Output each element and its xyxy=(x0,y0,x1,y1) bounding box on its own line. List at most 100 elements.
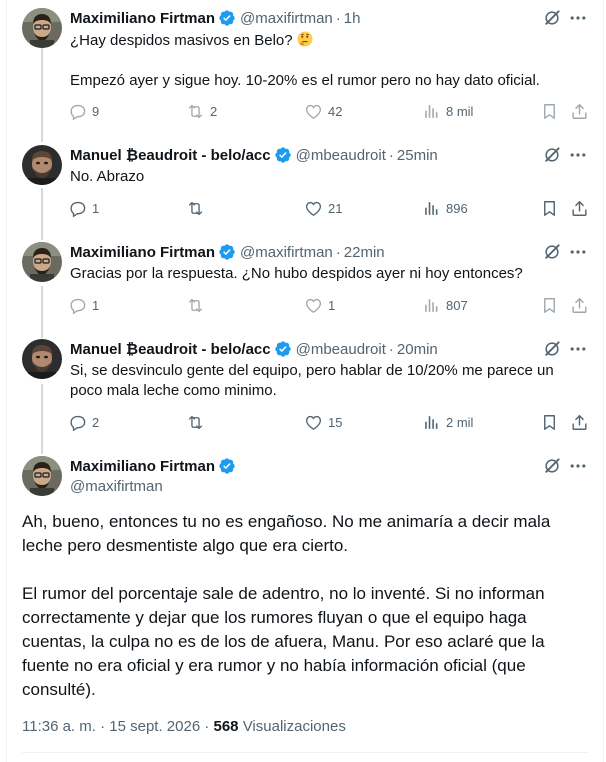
tweet-actions: 9 2 42 8 mil xyxy=(68,102,590,122)
views-button[interactable]: 896 xyxy=(422,199,468,218)
tweet-header: Maximiliano Firtman @maxifirtman · 1h xyxy=(70,8,360,28)
tweet-actions: 1 21 896 xyxy=(68,199,590,219)
reply-count: 1 xyxy=(92,201,100,216)
tweet-actions: 1 1 807 xyxy=(68,296,590,316)
views-button[interactable]: 8 mil xyxy=(422,102,473,121)
grok-icon[interactable] xyxy=(542,456,562,476)
like-count: 21 xyxy=(328,201,343,216)
author-handle[interactable]: @mbeaudroit xyxy=(296,341,386,358)
views-total: 568 xyxy=(213,718,239,735)
timestamp[interactable]: 22min xyxy=(344,244,385,261)
post-timestamp[interactable]: 11:36 a. m. · 15 sept. 2026 · xyxy=(22,718,214,735)
repost-button[interactable] xyxy=(186,296,210,315)
like-count: 42 xyxy=(328,104,343,119)
author-handle[interactable]: @mbeaudroit xyxy=(296,147,386,164)
verified-icon xyxy=(218,243,236,261)
bookmark-button[interactable] xyxy=(540,413,559,432)
tweet-header: Maximiliano Firtman @maxifirtman · 22min xyxy=(70,242,385,262)
more-icon[interactable] xyxy=(568,8,588,28)
reply-button[interactable]: 1 xyxy=(68,296,99,315)
verified-icon xyxy=(274,340,292,358)
author-handle[interactable]: @maxifirtman xyxy=(240,244,333,261)
avatar[interactable] xyxy=(22,456,62,496)
reply-count: 2 xyxy=(92,415,100,430)
tweet-text-line: poco mala leche como minimo. xyxy=(70,382,277,399)
avatar[interactable] xyxy=(22,242,62,282)
author-name[interactable]: Manuel ₿eaudroit - belo/acc xyxy=(70,147,271,164)
author-name[interactable]: Maximiliano Firtman xyxy=(70,244,215,261)
grok-icon[interactable] xyxy=(542,242,562,262)
views-count: 8 mil xyxy=(446,104,474,119)
tweet-text-line: Empezó ayer y sigue hoy. 10-20% es el ru… xyxy=(70,72,540,89)
bookmark-button[interactable] xyxy=(540,199,559,218)
repost-button[interactable] xyxy=(186,199,210,218)
tweet-text: No. Abrazo xyxy=(70,168,145,185)
timestamp[interactable]: 25min xyxy=(397,147,438,164)
repost-count: 2 xyxy=(210,104,218,119)
timestamp[interactable]: 1h xyxy=(344,10,361,27)
avatar[interactable] xyxy=(22,145,62,185)
bookmark-button[interactable] xyxy=(540,296,559,315)
like-button[interactable]: 21 xyxy=(304,199,342,218)
share-button[interactable] xyxy=(570,199,589,218)
tweet[interactable]: Manuel ₿eaudroit - belo/acc @mbeaudroit … xyxy=(22,145,596,235)
tweet-text: Si, se desvinculo gente del equipo, pero… xyxy=(70,361,590,401)
reply-count: 9 xyxy=(92,104,100,119)
views-button[interactable]: 2 mil xyxy=(422,413,473,432)
more-icon[interactable] xyxy=(568,456,588,476)
like-count: 1 xyxy=(328,298,336,313)
tweet[interactable]: Manuel ₿eaudroit - belo/acc @mbeaudroit … xyxy=(22,339,596,449)
author-name[interactable]: Maximiliano Firtman xyxy=(70,10,215,27)
tweet-paragraph: El rumor del porcentaje sale de adentro,… xyxy=(22,584,545,699)
more-icon[interactable] xyxy=(568,145,588,165)
author-handle[interactable]: @maxifirtman xyxy=(70,478,163,495)
share-button[interactable] xyxy=(570,413,589,432)
like-button[interactable]: 1 xyxy=(304,296,335,315)
tweet-text: Gracias por la respuesta. ¿No hubo despi… xyxy=(70,265,523,282)
tweet-actions: 2 15 2 mil xyxy=(68,413,590,433)
tweet-header: Maximiliano Firtman xyxy=(70,456,236,476)
grok-icon[interactable] xyxy=(542,145,562,165)
avatar[interactable] xyxy=(22,339,62,379)
verified-icon xyxy=(218,9,236,27)
timestamp[interactable]: 20min xyxy=(397,341,438,358)
author-name[interactable]: Maximiliano Firtman xyxy=(70,458,215,475)
share-button[interactable] xyxy=(570,102,589,121)
verified-icon xyxy=(218,457,236,475)
tweet-paragraph: Ah, bueno, entonces tu no es engañoso. N… xyxy=(22,512,551,555)
like-button[interactable]: 42 xyxy=(304,102,342,121)
repost-button[interactable]: 2 xyxy=(186,102,217,121)
bookmark-button[interactable] xyxy=(540,102,559,121)
separator: · xyxy=(388,146,394,164)
separator: · xyxy=(335,9,341,27)
focused-tweet-text: Ah, bueno, entonces tu no es engañoso. N… xyxy=(22,510,582,726)
author-name[interactable]: Manuel ₿eaudroit - belo/acc xyxy=(70,341,271,358)
reply-count: 1 xyxy=(92,298,100,313)
tweet[interactable]: Maximiliano Firtman @maxifirtman · 1h ¿H… xyxy=(22,8,596,128)
like-button[interactable]: 15 xyxy=(304,413,342,432)
views-label: Visualizaciones xyxy=(242,718,346,735)
reply-button[interactable]: 1 xyxy=(68,199,99,218)
views-button[interactable]: 807 xyxy=(422,296,468,315)
more-icon[interactable] xyxy=(568,339,588,359)
tweet-header: Manuel ₿eaudroit - belo/acc @mbeaudroit … xyxy=(70,339,438,359)
reply-button[interactable]: 2 xyxy=(68,413,99,432)
tweet-text-line: Si, se desvinculo gente del equipo, pero… xyxy=(70,362,554,379)
share-button[interactable] xyxy=(570,296,589,315)
more-icon[interactable] xyxy=(568,242,588,262)
tweet-text-line: ¿Hay despidos masivos en Belo? xyxy=(70,32,293,49)
avatar[interactable] xyxy=(22,8,62,48)
repost-button[interactable] xyxy=(186,413,210,432)
thinking-face-emoji xyxy=(296,30,314,48)
grok-icon[interactable] xyxy=(542,339,562,359)
views-count: 2 mil xyxy=(446,415,474,430)
author-handle[interactable]: @maxifirtman xyxy=(240,10,333,27)
views-count: 896 xyxy=(446,201,468,216)
focused-tweet-header: Maximiliano Firtman @maxifirtman xyxy=(22,456,596,500)
reply-button[interactable]: 9 xyxy=(68,102,99,121)
separator: · xyxy=(388,340,394,358)
separator: · xyxy=(335,243,341,261)
grok-icon[interactable] xyxy=(542,8,562,28)
tweet[interactable]: Maximiliano Firtman @maxifirtman · 22min… xyxy=(22,242,596,332)
tweet-text: ¿Hay despidos masivos en Belo? Empezó ay… xyxy=(70,30,570,91)
